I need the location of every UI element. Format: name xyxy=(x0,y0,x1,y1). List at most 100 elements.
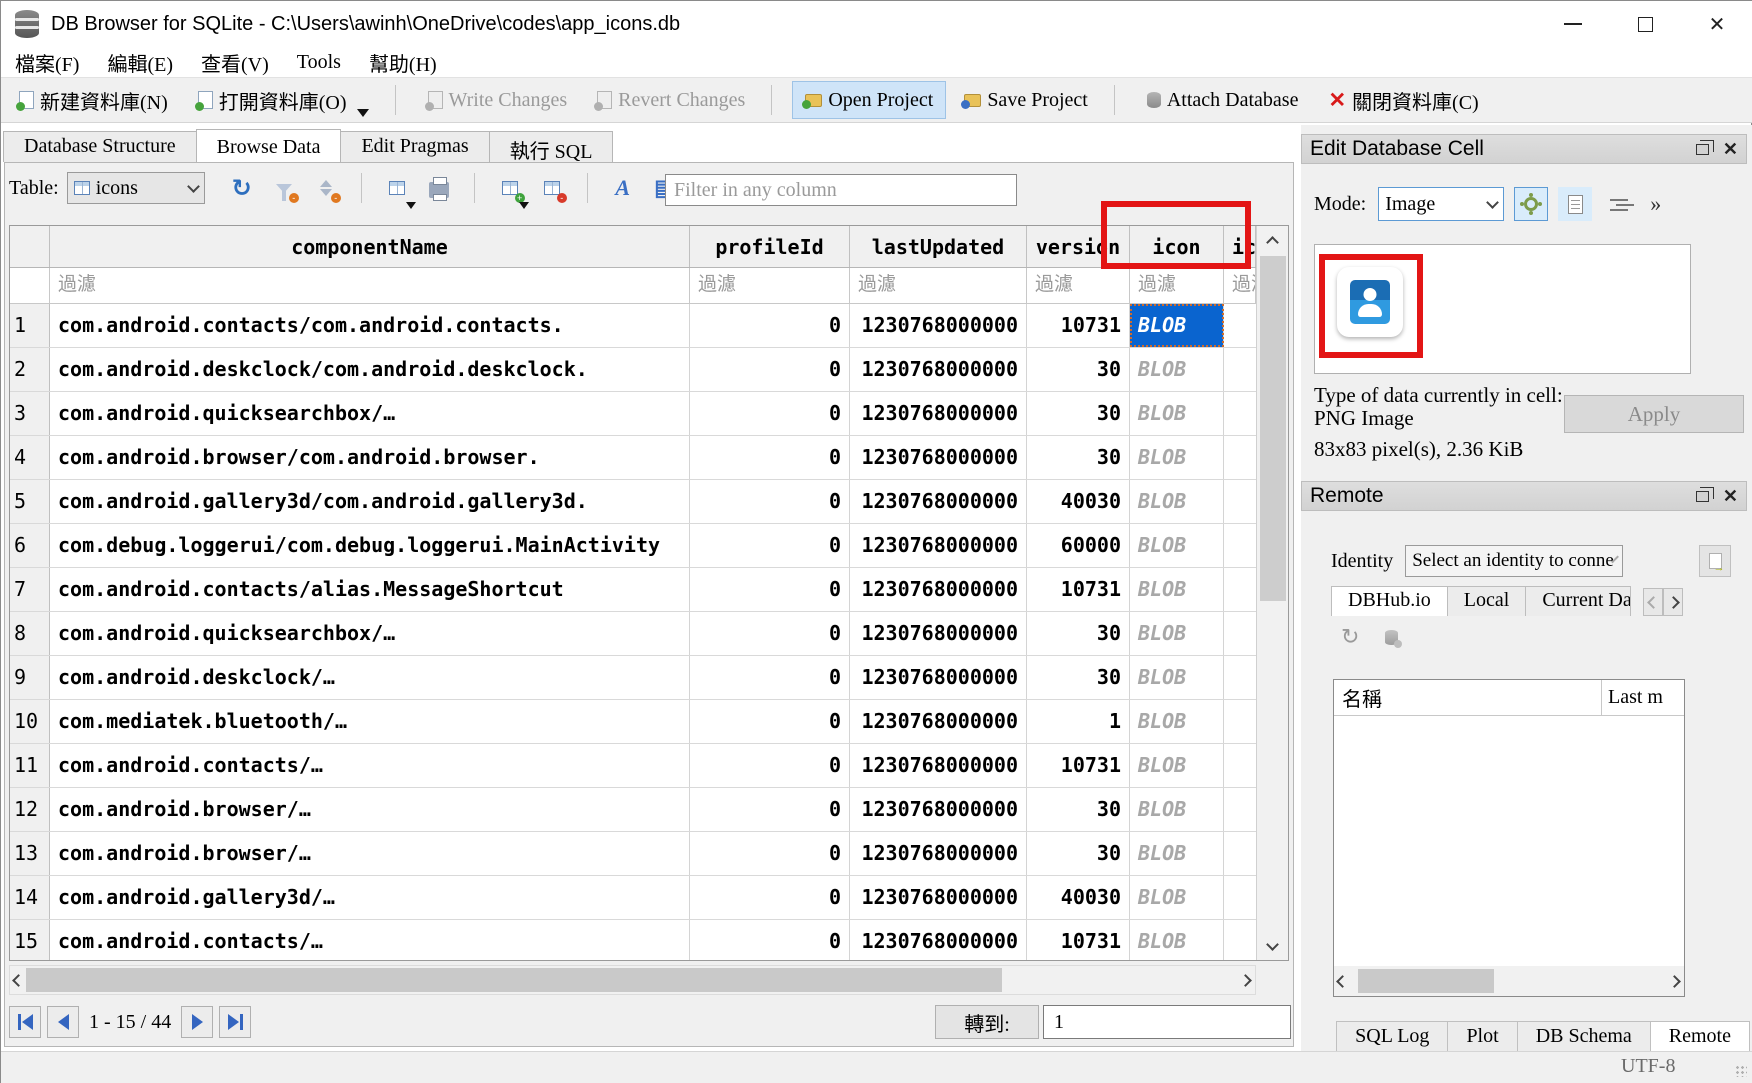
new-database-button[interactable]: 新建資料庫(N) xyxy=(7,81,180,119)
cell-componentName[interactable]: com.android.contacts/com.android.contact… xyxy=(50,304,690,347)
row-number[interactable]: 11 xyxy=(10,744,50,787)
scroll-right-button[interactable] xyxy=(1666,977,1682,986)
float-panel-icon[interactable] xyxy=(1696,491,1709,502)
scroll-down-button[interactable] xyxy=(1257,932,1288,960)
cell-lastUpdated[interactable]: 1230768000000 xyxy=(850,832,1027,875)
minimize-button[interactable] xyxy=(1537,2,1609,46)
cell-version[interactable]: 60000 xyxy=(1027,524,1130,567)
vertical-scrollbar-thumb[interactable] xyxy=(1260,256,1286,601)
cell-partial[interactable] xyxy=(1224,568,1256,611)
text-view-button[interactable] xyxy=(1558,187,1592,221)
cell-partial[interactable] xyxy=(1224,700,1256,743)
save-table-dropdown-icon[interactable] xyxy=(406,202,416,209)
table-row[interactable]: 1com.android.contacts/com.android.contac… xyxy=(10,304,1256,348)
cell-version[interactable]: 30 xyxy=(1027,392,1130,435)
menu-help[interactable]: 幫助(H) xyxy=(355,47,451,77)
vertical-scrollbar[interactable] xyxy=(1256,226,1288,960)
cell-profileId[interactable]: 0 xyxy=(690,876,850,919)
cell-partial[interactable] xyxy=(1224,392,1256,435)
edit-display-format-button[interactable]: A xyxy=(606,171,640,205)
cell-version[interactable]: 40030 xyxy=(1027,480,1130,523)
scroll-right-button[interactable] xyxy=(1237,976,1253,985)
open-database-dropdown-icon[interactable] xyxy=(357,109,369,117)
menu-view[interactable]: 查看(V) xyxy=(187,47,283,77)
cell-partial[interactable] xyxy=(1224,612,1256,655)
cell-lastUpdated[interactable]: 1230768000000 xyxy=(850,392,1027,435)
resize-grip-icon[interactable] xyxy=(1735,1065,1747,1077)
delete-record-button[interactable]: - xyxy=(535,171,569,205)
table-row[interactable]: 13com.android.browser/…0123076800000030B… xyxy=(10,832,1256,876)
cell-componentName[interactable]: com.android.quicksearchbox/… xyxy=(50,392,690,435)
cell-lastUpdated[interactable]: 1230768000000 xyxy=(850,348,1027,391)
menu-edit[interactable]: 編輯(E) xyxy=(93,47,187,77)
cell-profileId[interactable]: 0 xyxy=(690,304,850,347)
cell-partial[interactable] xyxy=(1224,656,1256,699)
encoding-label[interactable]: UTF-8 xyxy=(1621,1055,1675,1078)
row-number[interactable]: 6 xyxy=(10,524,50,567)
cell-icon[interactable]: BLOB xyxy=(1130,876,1224,919)
goto-button[interactable]: 轉到: xyxy=(935,1005,1039,1039)
tab-browse-data[interactable]: Browse Data xyxy=(196,129,342,162)
row-number[interactable]: 13 xyxy=(10,832,50,875)
row-number[interactable]: 1 xyxy=(10,304,50,347)
cell-lastUpdated[interactable]: 1230768000000 xyxy=(850,920,1027,961)
close-database-button[interactable]: ✕ 關閉資料庫(C) xyxy=(1316,81,1490,119)
cell-icon[interactable]: BLOB xyxy=(1130,612,1224,655)
cell-icon[interactable]: BLOB xyxy=(1130,392,1224,435)
cell-partial[interactable] xyxy=(1224,744,1256,787)
cell-partial[interactable] xyxy=(1224,348,1256,391)
cell-profileId[interactable]: 0 xyxy=(690,920,850,961)
cell-profileId[interactable]: 0 xyxy=(690,700,850,743)
cell-componentName[interactable]: com.android.quicksearchbox/… xyxy=(50,612,690,655)
cell-icon[interactable]: BLOB xyxy=(1130,744,1224,787)
table-row[interactable]: 4com.android.browser/com.android.browser… xyxy=(10,436,1256,480)
save-project-button[interactable]: Save Project xyxy=(952,81,1100,119)
print-button[interactable] xyxy=(422,171,456,205)
cell-profileId[interactable]: 0 xyxy=(690,524,850,567)
tab-scroll-right-button[interactable] xyxy=(1663,588,1683,616)
cell-partial[interactable] xyxy=(1224,788,1256,831)
cell-componentName[interactable]: com.android.browser/… xyxy=(50,788,690,831)
insert-record-button[interactable]: + xyxy=(493,171,527,205)
scroll-left-button[interactable] xyxy=(1334,977,1350,986)
cell-version[interactable]: 40030 xyxy=(1027,876,1130,919)
clone-database-icon[interactable] xyxy=(1385,630,1398,645)
cell-version[interactable]: 10731 xyxy=(1027,304,1130,347)
cell-lastUpdated[interactable]: 1230768000000 xyxy=(850,700,1027,743)
clear-sorting-button[interactable]: - xyxy=(309,171,343,205)
tab-edit-pragmas[interactable]: Edit Pragmas xyxy=(340,131,489,162)
write-changes-button[interactable]: Write Changes xyxy=(416,81,580,119)
row-number[interactable]: 14 xyxy=(10,876,50,919)
row-number[interactable]: 8 xyxy=(10,612,50,655)
row-number[interactable]: 10 xyxy=(10,700,50,743)
cell-version[interactable]: 30 xyxy=(1027,348,1130,391)
refresh-button[interactable]: ↻ xyxy=(225,171,259,205)
float-panel-icon[interactable] xyxy=(1696,144,1709,155)
open-database-button[interactable]: 打開資料庫(O) xyxy=(186,81,381,119)
table-row[interactable]: 5com.android.gallery3d/com.android.galle… xyxy=(10,480,1256,524)
filter-any-column-input[interactable]: Filter in any column xyxy=(665,174,1017,206)
identity-select[interactable]: Select an identity to conne xyxy=(1405,545,1623,577)
row-number[interactable]: 3 xyxy=(10,392,50,435)
cell-version[interactable]: 10731 xyxy=(1027,744,1130,787)
mode-select[interactable]: Image xyxy=(1378,187,1504,221)
close-button[interactable]: ✕ xyxy=(1681,2,1752,46)
cell-partial[interactable] xyxy=(1224,876,1256,919)
table-row[interactable]: 11com.android.contacts/…0123076800000010… xyxy=(10,744,1256,788)
cell-icon[interactable]: BLOB xyxy=(1130,788,1224,831)
next-record-button[interactable] xyxy=(181,1006,213,1038)
cell-lastUpdated[interactable]: 1230768000000 xyxy=(850,524,1027,567)
cell-profileId[interactable]: 0 xyxy=(690,832,850,875)
clear-filters-button[interactable]: - xyxy=(267,171,301,205)
cell-version[interactable]: 30 xyxy=(1027,788,1130,831)
save-table-button[interactable] xyxy=(380,171,414,205)
cell-profileId[interactable]: 0 xyxy=(690,436,850,479)
cell-componentName[interactable]: com.android.gallery3d/com.android.galler… xyxy=(50,480,690,523)
table-row[interactable]: 15com.android.contacts/…0123076800000010… xyxy=(10,920,1256,961)
cell-lastUpdated[interactable]: 1230768000000 xyxy=(850,656,1027,699)
row-number[interactable]: 5 xyxy=(10,480,50,523)
word-wrap-button[interactable] xyxy=(1602,187,1636,221)
attach-database-button[interactable]: Attach Database xyxy=(1135,81,1311,119)
goto-record-input[interactable]: 1 xyxy=(1043,1005,1291,1039)
table-row[interactable]: 12com.android.browser/…0123076800000030B… xyxy=(10,788,1256,832)
